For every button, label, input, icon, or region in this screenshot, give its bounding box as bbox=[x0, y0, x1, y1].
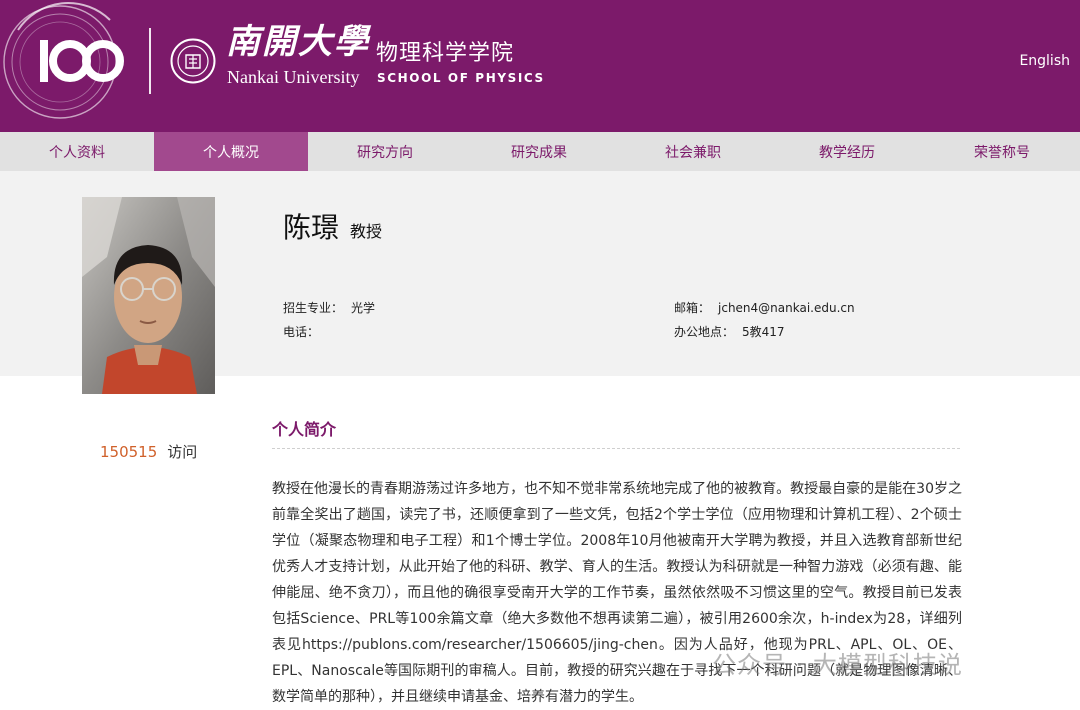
visit-label: 访问 bbox=[167, 443, 198, 461]
office-row: 办公地点： 5教417 bbox=[674, 324, 785, 340]
nav-tab-research-results[interactable]: 研究成果 bbox=[462, 132, 616, 171]
visit-count: 150515 bbox=[100, 443, 158, 461]
university-seal-icon bbox=[170, 38, 216, 84]
bio-divider bbox=[272, 448, 960, 449]
office-value: 5教417 bbox=[742, 325, 785, 339]
nav-tab-profile-info[interactable]: 个人资料 bbox=[0, 132, 154, 171]
office-label: 办公地点： bbox=[674, 325, 735, 339]
major-row: 招生专业： 光学 bbox=[283, 300, 375, 316]
phone-label: 电话： bbox=[283, 325, 320, 339]
english-language-link[interactable]: English bbox=[1019, 52, 1070, 70]
university-name-cn: 南開大學 bbox=[226, 22, 370, 62]
nav-tab-social-positions[interactable]: 社会兼职 bbox=[616, 132, 770, 171]
logo-divider bbox=[149, 28, 151, 94]
major-value: 光学 bbox=[351, 301, 376, 315]
nav-tab-honors[interactable]: 荣誉称号 bbox=[924, 132, 1080, 171]
visit-counter: 150515 访问 bbox=[100, 442, 197, 462]
nav-tab-overview[interactable]: 个人概况 bbox=[154, 132, 308, 171]
school-name-en: SCHOOL OF PHYSICS bbox=[377, 71, 545, 85]
bio-heading: 个人简介 bbox=[272, 420, 337, 439]
nav-tab-teaching[interactable]: 教学经历 bbox=[770, 132, 924, 171]
major-label: 招生专业： bbox=[283, 301, 344, 315]
phone-row: 电话： bbox=[283, 324, 327, 340]
university-name-en: Nankai University bbox=[227, 67, 360, 87]
email-value[interactable]: jchen4@nankai.edu.cn bbox=[718, 301, 855, 315]
site-header: 南開大學 Nankai University 物理科学学院 SCHOOL OF … bbox=[0, 0, 1080, 132]
professor-name: 陈璟 bbox=[283, 211, 340, 244]
centennial-100-logo[interactable] bbox=[0, 0, 150, 132]
professor-title: 教授 bbox=[350, 222, 383, 241]
nav-tab-research-direction[interactable]: 研究方向 bbox=[308, 132, 462, 171]
profile-nav: 个人资料 个人概况 研究方向 研究成果 社会兼职 教学经历 荣誉称号 bbox=[0, 132, 1080, 171]
profile-photo bbox=[82, 197, 215, 394]
watermark: 公众号 · 大模型科技说 bbox=[712, 651, 963, 679]
school-name-cn: 物理科学学院 bbox=[376, 41, 515, 66]
email-label: 邮箱： bbox=[674, 301, 711, 315]
email-row: 邮箱： jchen4@nankai.edu.cn bbox=[674, 300, 855, 316]
